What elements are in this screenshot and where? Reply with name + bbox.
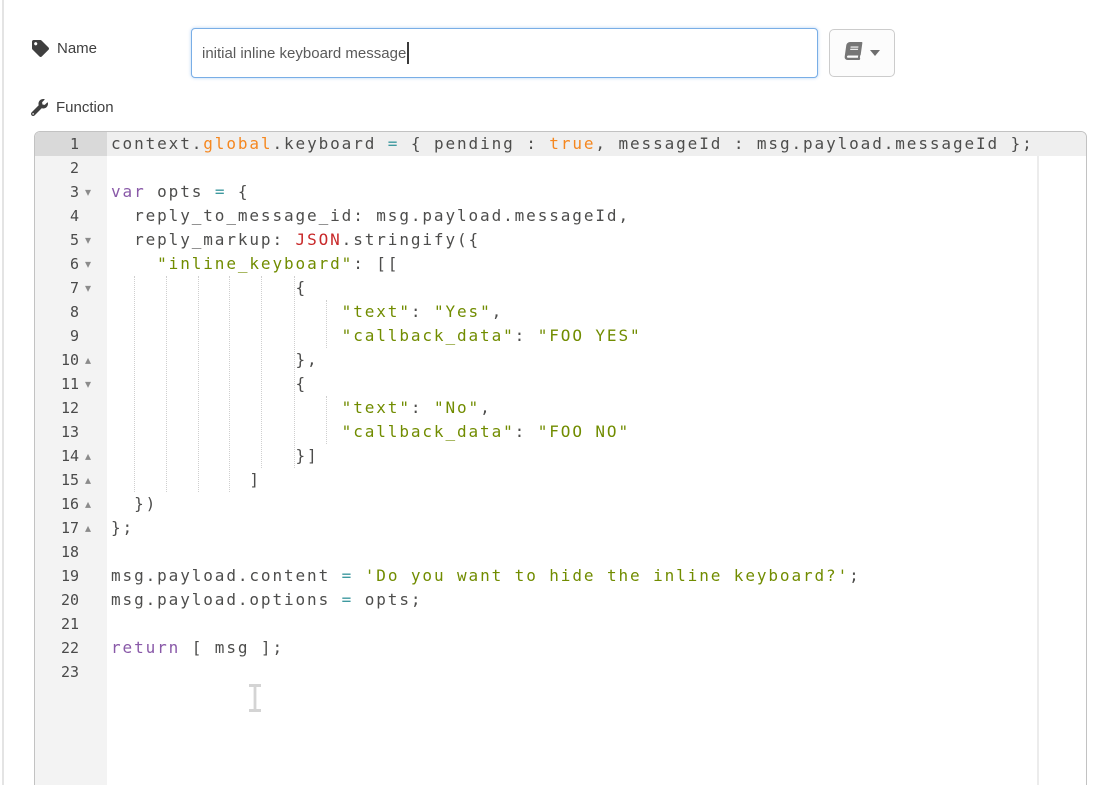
line-number: 3 [70,180,79,204]
caret-down-icon [870,50,880,56]
line-number: 12 [61,396,79,420]
code-editor[interactable]: 123▾45▾6▾7▾8910▴11▾121314▴15▴16▴17▴18192… [34,131,1087,785]
gutter-cell: 10▴ [35,348,107,372]
gutter-cell: 3▾ [35,180,107,204]
gutter-cell: 18 [35,540,107,564]
code-line[interactable]: "text": "Yes", [107,300,1086,324]
code-line[interactable]: }, [107,348,1086,372]
line-number: 13 [61,420,79,444]
line-number: 17 [61,516,79,540]
code-line[interactable]: "text": "No", [107,396,1086,420]
library-button[interactable] [829,29,895,77]
ibeam-mouse-cursor [247,683,263,713]
code-line[interactable]: context.global.keyboard = { pending : tr… [107,132,1086,156]
fold-end-icon[interactable]: ▴ [79,348,97,372]
fold-open-icon[interactable]: ▾ [79,372,97,396]
gutter-cell: 19 [35,564,107,588]
gutter-cell: 7▾ [35,276,107,300]
gutter-cell: 20 [35,588,107,612]
line-number: 2 [70,156,79,180]
function-label-text: Function [56,99,114,116]
name-input-value: initial inline keyboard message [202,45,406,62]
dialog-left-border [2,0,4,785]
name-label: Name [32,40,97,57]
gutter-cell: 2 [35,156,107,180]
code-line[interactable]: "callback_data": "FOO NO" [107,420,1086,444]
function-node-edit-dialog: Name initial inline keyboard message Fun… [0,0,1105,785]
line-number: 19 [61,564,79,588]
gutter-cell: 15▴ [35,468,107,492]
gutter-cell: 4 [35,204,107,228]
code-line[interactable]: "inline_keyboard": [[ [107,252,1086,276]
gutter-cell: 5▾ [35,228,107,252]
gutter-cell: 14▴ [35,444,107,468]
code-line[interactable] [107,612,1086,636]
function-label: Function [31,99,114,116]
editor-gutter: 123▾45▾6▾7▾8910▴11▾121314▴15▴16▴17▴18192… [35,132,107,785]
line-number: 23 [61,660,79,684]
line-number: 1 [70,132,79,156]
code-line[interactable]: "callback_data": "FOO YES" [107,324,1086,348]
fold-open-icon[interactable]: ▾ [79,252,97,276]
gutter-cell: 8 [35,300,107,324]
gutter-cell: 11▾ [35,372,107,396]
line-number: 14 [61,444,79,468]
name-label-text: Name [57,40,97,57]
line-number: 16 [61,492,79,516]
code-line[interactable] [107,540,1086,564]
line-number: 5 [70,228,79,252]
fold-end-icon[interactable]: ▴ [79,516,97,540]
code-line[interactable]: }] [107,444,1086,468]
code-line[interactable]: reply_to_message_id: msg.payload.message… [107,204,1086,228]
fold-open-icon[interactable]: ▾ [79,180,97,204]
tag-icon [32,40,49,57]
code-line[interactable] [107,156,1086,180]
gutter-cell: 17▴ [35,516,107,540]
name-input[interactable]: initial inline keyboard message [191,28,818,78]
gutter-cell: 9 [35,324,107,348]
line-number: 18 [61,540,79,564]
line-number: 20 [61,588,79,612]
code-line[interactable]: ] [107,468,1086,492]
wrench-icon [31,99,48,116]
code-line[interactable]: { [107,276,1086,300]
line-number: 10 [61,348,79,372]
code-line[interactable]: return [ msg ]; [107,636,1086,660]
code-line[interactable]: reply_markup: JSON.stringify({ [107,228,1086,252]
gutter-cell: 21 [35,612,107,636]
line-number: 7 [70,276,79,300]
code-line[interactable]: var opts = { [107,180,1086,204]
gutter-cell: 16▴ [35,492,107,516]
code-line[interactable]: }) [107,492,1086,516]
line-number: 21 [61,612,79,636]
fold-end-icon[interactable]: ▴ [79,444,97,468]
code-line[interactable]: msg.payload.options = opts; [107,588,1086,612]
fold-open-icon[interactable]: ▾ [79,276,97,300]
gutter-cell: 13 [35,420,107,444]
line-number: 4 [70,204,79,228]
fold-open-icon[interactable]: ▾ [79,228,97,252]
line-number: 15 [61,468,79,492]
fold-end-icon[interactable]: ▴ [79,492,97,516]
line-number: 11 [61,372,79,396]
book-icon [842,42,863,65]
gutter-cell: 22 [35,636,107,660]
fold-end-icon[interactable]: ▴ [79,468,97,492]
line-number: 6 [70,252,79,276]
gutter-cell: 12 [35,396,107,420]
code-line[interactable]: }; [107,516,1086,540]
code-line[interactable]: msg.payload.content = 'Do you want to hi… [107,564,1086,588]
line-number: 9 [70,324,79,348]
line-number: 22 [61,636,79,660]
gutter-cell: 6▾ [35,252,107,276]
code-line[interactable]: { [107,372,1086,396]
code-line[interactable] [107,660,1086,684]
text-caret [407,42,409,64]
line-number: 8 [70,300,79,324]
gutter-cell: 23 [35,660,107,684]
gutter-cell: 1 [35,132,107,156]
